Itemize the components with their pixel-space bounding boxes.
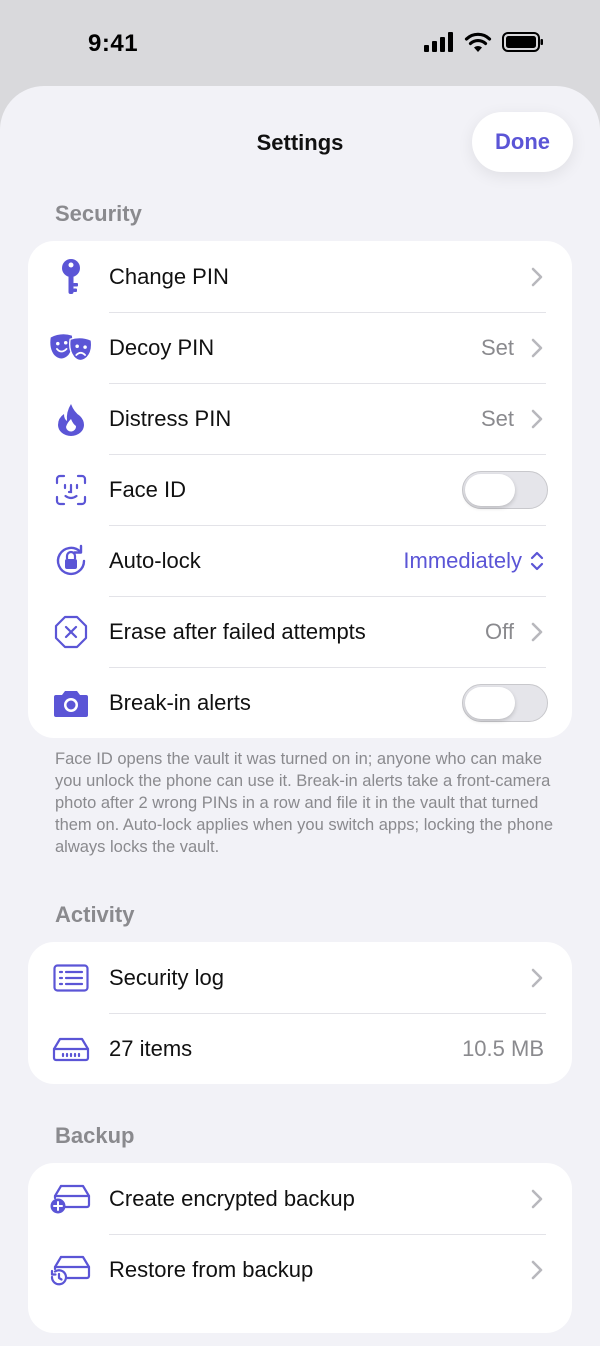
break-in-alerts-row: Break-in alerts — [28, 667, 572, 738]
status-bar: 9:41 — [0, 0, 600, 88]
security-footnote: Face ID opens the vault it was turned on… — [55, 750, 554, 856]
security-log-label: Security log — [109, 964, 224, 990]
status-time: 9:41 — [88, 30, 139, 57]
auto-lock-label: Auto-lock — [109, 547, 201, 573]
security-card: Change PIN Decoy PIN Set Distress PIN Se… — [28, 241, 572, 738]
restore-backup-row[interactable]: Restore from backup — [28, 1234, 572, 1305]
toggle-knob — [465, 473, 515, 506]
chevron-right-icon — [531, 267, 543, 286]
break-in-alerts-label: Break-in alerts — [109, 689, 251, 715]
break-in-alerts-toggle[interactable] — [462, 683, 548, 722]
chevron-up-down-icon — [530, 551, 544, 570]
decoy-pin-row[interactable]: Decoy PIN Set — [28, 312, 572, 383]
wifi-icon — [464, 32, 492, 52]
create-backup-label: Create encrypted backup — [109, 1185, 355, 1211]
done-button[interactable]: Done — [472, 112, 573, 172]
face-id-icon — [49, 468, 93, 512]
camera-icon — [49, 681, 93, 725]
erase-after-failed-label: Erase after failed attempts — [109, 618, 366, 644]
lock-rotation-icon — [49, 539, 93, 583]
drive-add-icon — [49, 1177, 93, 1221]
chevron-right-icon — [531, 1260, 543, 1279]
decoy-pin-label: Decoy PIN — [109, 334, 215, 360]
theater-masks-icon — [49, 326, 93, 370]
auto-lock-picker[interactable]: Immediately — [403, 548, 544, 574]
security-log-row[interactable]: Security log — [28, 942, 572, 1013]
change-pin-label: Change PIN — [109, 263, 229, 289]
chevron-right-icon — [531, 968, 543, 987]
restore-backup-label: Restore from backup — [109, 1256, 314, 1282]
distress-pin-row[interactable]: Distress PIN Set — [28, 383, 572, 454]
storage-size-value: 10.5 MB — [462, 1035, 544, 1061]
face-id-row: Face ID — [28, 454, 572, 525]
change-pin-row[interactable]: Change PIN — [28, 241, 572, 312]
toggle-knob — [465, 686, 515, 719]
storage-items-label: 27 items — [109, 1035, 193, 1061]
flame-icon — [49, 397, 93, 441]
create-backup-row[interactable]: Create encrypted backup — [28, 1163, 572, 1234]
distress-pin-value: Set — [480, 405, 514, 431]
chevron-right-icon — [531, 338, 543, 357]
status-icons — [424, 32, 544, 52]
key-icon — [49, 255, 93, 299]
erase-after-failed-value: Off — [485, 618, 514, 644]
chevron-right-icon — [531, 1189, 543, 1208]
cellular-signal-icon — [424, 32, 453, 52]
x-octagon-icon — [49, 610, 93, 654]
backup-card: Create encrypted backup Restore from bac… — [28, 1163, 572, 1333]
face-id-toggle[interactable] — [462, 470, 548, 509]
auto-lock-row[interactable]: Auto-lock Immediately — [28, 525, 572, 596]
chevron-right-icon — [531, 622, 543, 641]
distress-pin-label: Distress PIN — [109, 405, 232, 431]
erase-after-failed-row[interactable]: Erase after failed attempts Off — [28, 596, 572, 667]
battery-icon — [502, 32, 543, 52]
section-header-security: Security — [55, 201, 142, 226]
auto-lock-value: Immediately — [403, 547, 522, 573]
activity-card: Security log 27 items 10.5 MB — [28, 942, 572, 1084]
section-header-activity: Activity — [55, 902, 135, 927]
drive-restore-icon — [49, 1248, 93, 1292]
face-id-label: Face ID — [109, 476, 187, 502]
decoy-pin-value: Set — [480, 334, 514, 360]
drive-icon — [49, 1027, 93, 1071]
list-icon — [49, 956, 93, 1000]
chevron-right-icon — [531, 409, 543, 428]
storage-row: 27 items 10.5 MB — [28, 1013, 572, 1084]
section-header-backup: Backup — [55, 1123, 135, 1148]
